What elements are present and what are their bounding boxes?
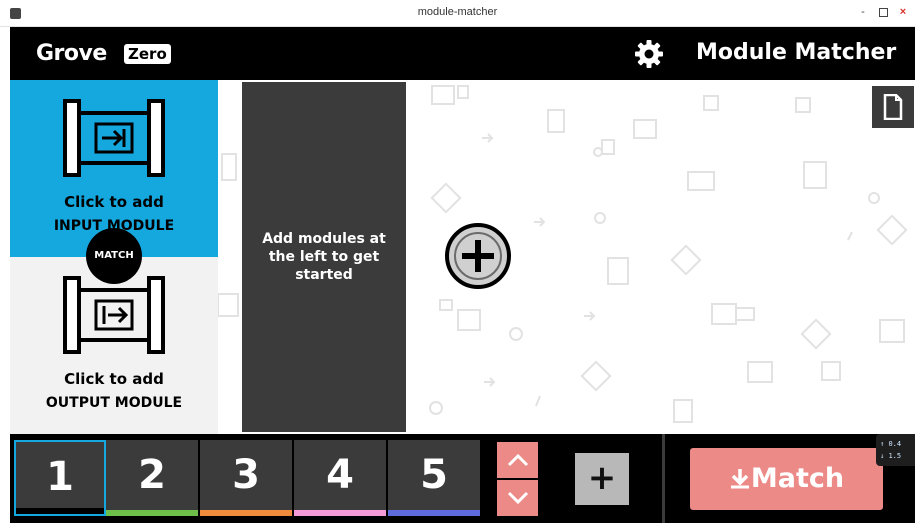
tab-slot-2[interactable]: 2 — [106, 440, 198, 516]
window-title: module-matcher — [417, 6, 498, 18]
output-card-line2: OUTPUT MODULE — [45, 395, 183, 411]
empty-slot-message: Add modules at the left to get started — [262, 231, 386, 283]
toolbar-divider — [662, 434, 665, 523]
input-module-icon — [63, 99, 165, 177]
maximize-button[interactable] — [875, 4, 891, 20]
tab-label: 3 — [232, 452, 260, 498]
tab-color-stripe — [16, 508, 104, 514]
page-title: Module Matcher — [696, 40, 897, 65]
empty-module-slot: Add modules at the left to get started — [242, 82, 406, 432]
module-selector-panel: Click to add INPUT MODULE MATCH Click to… — [10, 80, 218, 434]
tab-label: 2 — [138, 452, 166, 498]
new-document-button[interactable] — [872, 86, 914, 128]
download-arrow-icon — [730, 469, 749, 489]
add-module-plus-icon[interactable] — [444, 222, 512, 290]
tab-label: 5 — [420, 452, 448, 498]
scroll-up-button[interactable] — [497, 442, 538, 478]
output-card-text: Click to add OUTPUT MODULE — [10, 367, 218, 415]
chevron-down-icon — [507, 491, 529, 505]
match-button[interactable]: Match — [690, 448, 883, 510]
add-slot-button[interactable]: + — [575, 453, 629, 505]
input-card-line1: Click to add — [64, 193, 164, 211]
tab-slot-3[interactable]: 3 — [200, 440, 292, 516]
bottom-toolbar: 1 2 3 4 5 + Match ↑ 0.4 ↓ 1.5 — [10, 434, 915, 523]
tab-color-stripe — [106, 510, 198, 516]
tab-slot-5[interactable]: 5 — [388, 440, 480, 516]
workspace-canvas: Add modules at the left to get started — [218, 80, 915, 434]
tab-label: 4 — [326, 452, 354, 498]
tab-color-stripe — [200, 510, 292, 516]
close-button[interactable]: × — [895, 4, 911, 20]
gear-icon[interactable] — [634, 39, 664, 69]
tab-color-stripe — [294, 510, 386, 516]
logo-word: Grove — [36, 41, 107, 66]
chevron-up-icon — [507, 453, 529, 467]
output-module-icon — [63, 276, 165, 354]
net-download: 1.5 — [888, 452, 902, 460]
logo-badge: Zero — [124, 44, 171, 64]
output-card-line1: Click to add — [64, 370, 164, 388]
match-button-label: Match — [750, 463, 845, 494]
window-titlebar: module-matcher - × — [0, 0, 915, 27]
tab-slot-1[interactable]: 1 — [14, 440, 106, 516]
net-upload: 0.4 — [888, 440, 902, 448]
tab-slot-4[interactable]: 4 — [294, 440, 386, 516]
network-speed-widget: ↑ 0.4 ↓ 1.5 — [876, 434, 915, 466]
tab-color-stripe — [388, 510, 480, 516]
match-badge: MATCH — [86, 228, 142, 284]
tab-label: 1 — [46, 454, 74, 500]
minimize-button[interactable]: - — [855, 4, 871, 20]
document-icon — [883, 94, 903, 120]
app-header: Grove Zero Module Matcher — [10, 27, 915, 80]
scroll-down-button[interactable] — [497, 480, 538, 516]
